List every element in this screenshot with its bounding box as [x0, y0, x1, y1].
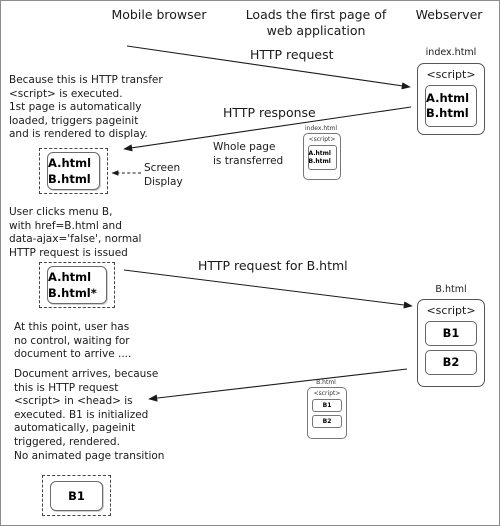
screen-2-content: A.html B.html* [47, 266, 107, 304]
screen-display-2: A.html B.html* [39, 262, 115, 308]
label-screen-display: Screen Display [144, 162, 183, 188]
note-no-control-waiting: At this point, user has no control, wait… [14, 321, 132, 361]
caption-transferred-index-html: index.html [305, 125, 337, 132]
header-loads-first-page: Loads the first page of web application [245, 7, 387, 38]
label-http-response: HTTP response [223, 105, 316, 120]
label-http-request-for-b: HTTP request for B.html [198, 258, 348, 273]
note-document-arrives: Document arrives, because this is HTTP r… [14, 368, 165, 462]
script-tag-label-small: <script> [313, 390, 341, 397]
caption-transferred-b-html: B.html [316, 379, 336, 386]
server-index-pages-box: A.html B.html [425, 85, 477, 127]
note-whole-page-transferred: Whole page is transferred [213, 141, 284, 167]
arrow-http-request-b [123, 269, 413, 309]
caption-server-b-html: B.html [435, 284, 467, 295]
screen-display-1: A.html B.html [39, 148, 108, 194]
note-because-http-transfer: Because this is HTTP transfer <script> i… [9, 74, 163, 141]
screen-display-3: B1 [42, 475, 111, 516]
server-b-html-document: <script> B1 B2 [417, 299, 485, 387]
header-webserver: Webserver [415, 7, 483, 22]
diagram-canvas: Mobile browser Loads the first page of w… [0, 0, 500, 526]
transferred-b-html-document: <script> B1 B2 [307, 387, 347, 439]
server-b-page2-box: B2 [425, 350, 477, 375]
server-b-page1-box: B1 [425, 321, 477, 346]
label-http-request: HTTP request [250, 47, 334, 62]
script-tag-label: <script> [426, 304, 476, 317]
transferred-b-page2-box: B2 [312, 415, 342, 428]
header-mobile-browser: Mobile browser [111, 7, 207, 22]
transferred-b-page1-box: B1 [312, 399, 342, 412]
screen-1-content: A.html B.html [47, 152, 100, 190]
server-index-html-document: <script> A.html B.html [417, 63, 485, 135]
caption-server-index-html: index.html [425, 47, 477, 58]
script-tag-label-small: <script> [308, 136, 336, 143]
transferred-index-html-document: <script> A.html B.html [303, 133, 341, 180]
note-user-clicks-menu-b: User clicks menu B, with href=B.html and… [9, 206, 142, 259]
script-tag-label: <script> [426, 68, 476, 81]
transferred-index-pages-box: A.html B.html [307, 145, 337, 170]
screen-3-content: B1 [50, 480, 103, 511]
